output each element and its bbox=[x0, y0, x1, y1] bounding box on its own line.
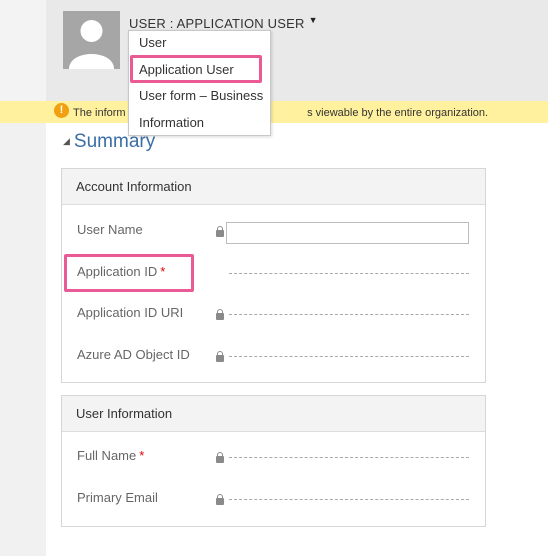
notification-text-end: s viewable by the entire organization. bbox=[307, 107, 489, 119]
user-information-heading: User Information bbox=[62, 396, 485, 432]
lock-icon bbox=[216, 226, 224, 237]
chevron-down-icon: ▼ bbox=[308, 15, 318, 25]
application-id-uri-label: Application ID URI bbox=[77, 305, 184, 320]
lock-icon bbox=[216, 309, 224, 320]
form-selector-label: USER : APPLICATION USER bbox=[129, 15, 305, 31]
form-dropdown-menu: User Application User User form – Busine… bbox=[128, 30, 271, 136]
full-name-label: Full Name * bbox=[77, 448, 145, 463]
application-id-uri-field[interactable] bbox=[229, 314, 469, 315]
dropdown-item-user[interactable]: User bbox=[139, 35, 166, 50]
application-id-field[interactable] bbox=[229, 273, 469, 274]
dropdown-item-user-form-business[interactable]: User form – Business bbox=[139, 88, 263, 103]
user-name-label: User Name bbox=[77, 222, 143, 237]
collapse-triangle-icon: ◢ bbox=[63, 135, 70, 146]
primary-email-label: Primary Email bbox=[77, 490, 158, 505]
selected-item-highlight bbox=[130, 55, 262, 83]
user-avatar-icon[interactable] bbox=[63, 11, 120, 69]
notification-text-start: The inform bbox=[73, 107, 126, 119]
user-information-section: User Information Full Name * Primary Emai… bbox=[61, 395, 486, 527]
application-id-highlight bbox=[64, 254, 194, 292]
lock-icon bbox=[216, 494, 224, 505]
azure-ad-object-id-field[interactable] bbox=[229, 356, 469, 357]
azure-ad-object-id-label: Azure AD Object ID bbox=[77, 347, 190, 362]
lock-icon bbox=[216, 452, 224, 463]
warning-icon: ! bbox=[54, 103, 69, 118]
lock-icon bbox=[216, 351, 224, 362]
account-information-heading: Account Information bbox=[62, 169, 485, 205]
primary-email-field[interactable] bbox=[229, 499, 469, 500]
dropdown-item-information[interactable]: Information bbox=[139, 115, 204, 130]
user-name-input[interactable] bbox=[226, 222, 469, 244]
full-name-field[interactable] bbox=[229, 457, 469, 458]
left-gutter-lower bbox=[0, 122, 46, 556]
